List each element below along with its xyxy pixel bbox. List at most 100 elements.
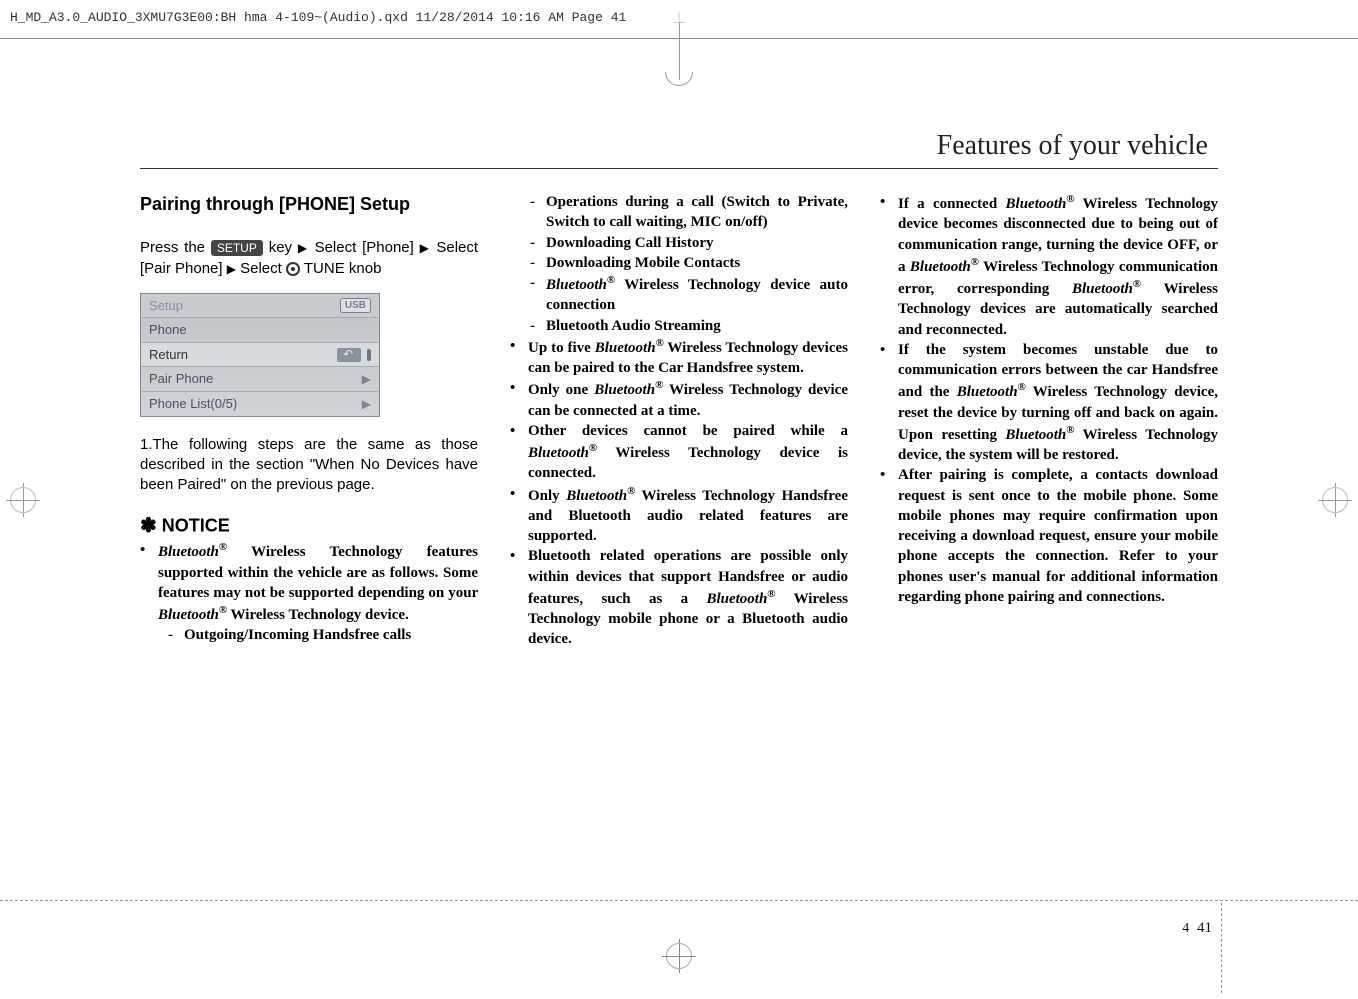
screenshot-header: Setup USB [141,294,379,319]
triangle-icon: ▶ [420,241,431,255]
screenshot-pair-row: Pair Phone ▶ [141,367,379,392]
crop-mark-right [1318,483,1352,517]
s6: Bluetooth Audio Streaming [546,316,848,336]
page-number: 4 41 [1182,920,1212,937]
title-rule [140,168,1218,169]
b4-pre: Other devices cannot be paired while a [528,423,848,439]
sub-item: -Downloading Call History [520,233,848,253]
press-pre: Press the [140,239,211,256]
b5-pre: Only [528,488,566,504]
column-2: -Operations during a call (Switch to Pri… [510,192,848,650]
bt-word: Bluetooth [1005,427,1066,443]
bt-word: Bluetooth [1072,281,1133,297]
dash-icon: - [530,253,540,273]
bullet-icon: • [880,192,892,340]
triangle-icon: ▶ [298,241,309,255]
screenshot-return-row: Return [141,343,379,368]
sub-item: -Bluetooth® Wireless Technology device a… [520,273,848,316]
bullet-icon: • [510,546,522,649]
bullet-icon: • [880,465,892,607]
screenshot-return: Return [149,346,188,364]
press-after: key [269,239,298,256]
s1: Outgoing/Incoming Handsfree calls [184,625,478,645]
bullet-icon: • [510,378,522,421]
crop-semi [665,72,693,86]
list-item: •Up to five Bluetooth® Wireless Technolo… [510,336,848,379]
list-item: •Other devices cannot be paired while a … [510,421,848,484]
reg-mark: ® [971,256,979,268]
phone-setup-screenshot: Setup USB Phone Return Pair Phone ▶ Phon… [140,293,380,417]
bt-word: Bluetooth [594,382,655,398]
reg-mark: ® [1018,381,1026,393]
arrow-icon: ▶ [362,371,371,387]
bt-word: Bluetooth [158,607,219,623]
b3-pre: Only one [528,382,594,398]
screenshot-list-row: Phone List(0/5) ▶ [141,392,379,416]
sub-item: -Bluetooth Audio Streaming [520,316,848,336]
section-title: Features of your vehicle [937,130,1208,162]
triangle-icon: ▶ [227,262,236,276]
bt-word: Bluetooth [528,445,589,461]
list-item: •Only Bluetooth® Wireless Technology Han… [510,484,848,547]
reg-mark: ® [589,442,597,454]
content-columns: Pairing through [PHONE] Setup Press the … [140,192,1218,650]
arrow-icon: ▶ [362,396,371,412]
step-1-text: 1.The following steps are the same as th… [140,435,478,496]
screenshot-phone: Phone [149,321,187,339]
reg-mark: ® [219,604,227,616]
bullet-icon: • [510,336,522,379]
dash-icon: - [530,316,540,336]
bt-word: Bluetooth [1006,196,1067,212]
sub-item: -Outgoing/Incoming Handsfree calls [158,625,478,645]
scroll-indicator [367,349,371,361]
crop-mark-left [6,483,40,517]
s2: Operations during a call (Switch to Priv… [546,192,848,233]
b7-pre: If a connected [898,196,1006,212]
bt-word: Bluetooth [566,488,627,504]
footer-dashed-rule [0,900,1358,901]
tune-knob-icon [286,262,300,276]
screenshot-list: Phone List(0/5) [149,395,237,413]
column-1: Pairing through [PHONE] Setup Press the … [140,192,478,650]
b9: After pairing is complete, a contacts do… [898,465,1218,607]
bullet-icon: • [140,540,152,645]
b1-tail: Wireless Technology device. [227,607,409,623]
reg-mark: ® [219,541,227,553]
screenshot-phone-row: Phone [141,318,379,343]
s4: Downloading Mobile Contacts [546,253,848,273]
reg-mark: ® [1133,278,1141,290]
s3: Downloading Call History [546,233,848,253]
b2-pre: Up to five [528,340,595,356]
asterisk-icon: ✽ [140,515,157,537]
list-item: •Bluetooth related operations are possib… [510,546,848,649]
usb-indicator: USB [340,298,371,314]
sub-item: -Operations during a call (Switch to Pri… [520,192,848,233]
pairing-heading: Pairing through [PHONE] Setup [140,192,478,216]
press-instructions: Press the SETUP key ▶ Select [Phone] ▶ S… [140,238,478,279]
bt-word: Bluetooth [158,544,219,560]
list-item: • If the system becomes unstable due to … [880,340,1218,466]
dash-icon: - [530,273,540,316]
bt-word: Bluetooth [957,384,1018,400]
notice-heading: ✽ NOTICE [140,513,478,540]
list-item: •After pairing is complete, a contacts d… [880,465,1218,607]
setup-key-icon: SETUP [211,240,263,256]
notice-label: NOTICE [162,516,230,536]
reg-mark: ® [656,337,664,349]
list-item: •Only one Bluetooth® Wireless Technology… [510,378,848,421]
tune-knob-label: TUNE knob [304,260,382,277]
col2-list: -Operations during a call (Switch to Pri… [510,192,848,650]
reg-mark: ® [1066,193,1074,205]
bt-word: Bluetooth [910,259,971,275]
crop-mark-bottom [662,939,696,973]
bullet-icon: • [880,340,892,466]
dash-icon: - [530,233,540,253]
return-icon [337,348,361,362]
list-item: • Bluetooth® Wireless Technology feature… [140,540,478,645]
page-no: 41 [1197,920,1212,936]
bt-word: Bluetooth [706,591,767,607]
select-word: Select [240,260,286,277]
screenshot-title: Setup [149,297,183,315]
bt-word: Bluetooth [546,277,607,293]
section-number: 4 [1182,921,1189,936]
